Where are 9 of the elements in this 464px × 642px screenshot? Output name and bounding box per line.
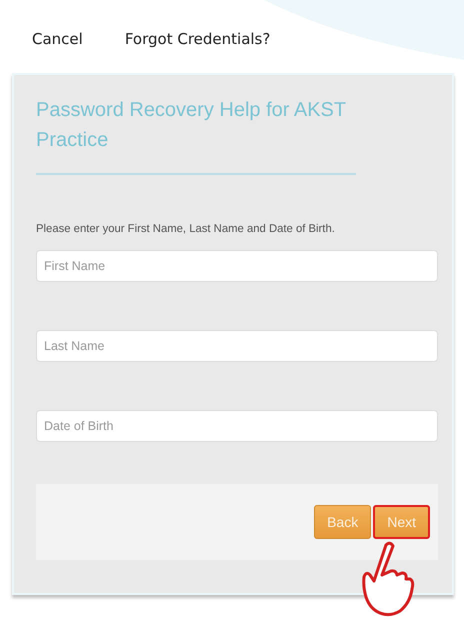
instruction-text: Please enter your First Name, Last Name and Date of Birth. xyxy=(36,223,336,235)
form-heading: Password Recovery Help for AKST Practice xyxy=(36,95,356,175)
input-field[interactable]: First Name xyxy=(36,250,438,282)
input-field[interactable]: Last Name xyxy=(36,330,438,362)
back-button[interactable]: Back xyxy=(314,505,372,539)
page-title: Forgot Credentials? xyxy=(124,30,270,48)
next-button[interactable]: Next xyxy=(373,505,430,539)
cancel-link[interactable]: Cancel xyxy=(32,30,83,48)
input-field[interactable]: Date of Birth xyxy=(36,410,438,442)
